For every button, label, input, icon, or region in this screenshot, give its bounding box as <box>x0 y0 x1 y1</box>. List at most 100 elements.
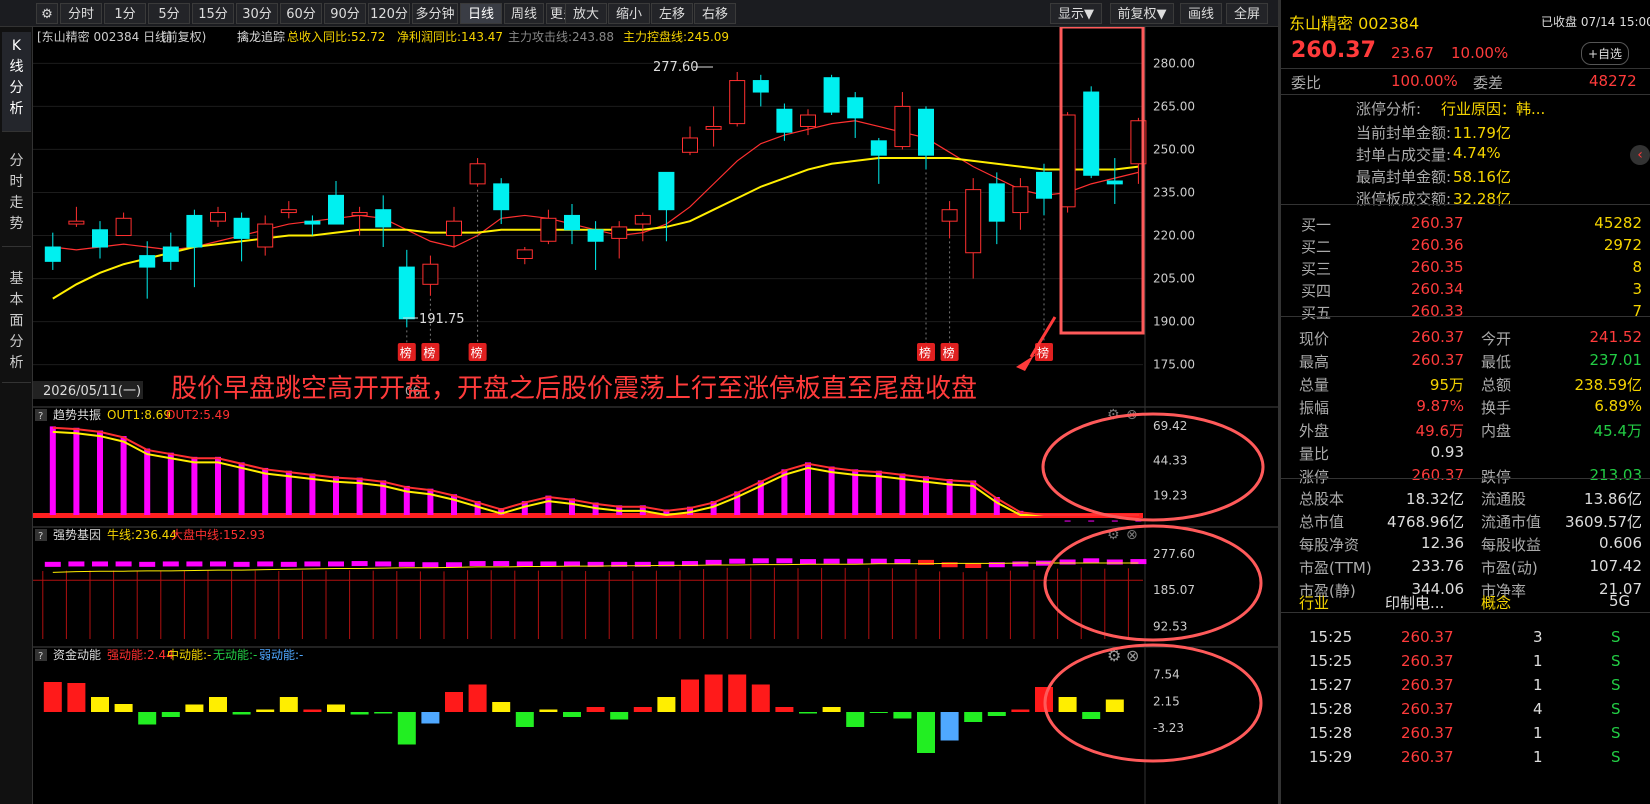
industry-value[interactable]: 印制电... <box>1385 592 1444 613</box>
sub2-block <box>540 561 557 567</box>
sub3-bar <box>279 697 298 712</box>
stock-chart-svg[interactable]: [东山精密 002384 日线] (前复权) 擒龙追踪 总收入同比:52.72 … <box>33 27 1278 804</box>
sub3-bar <box>728 674 747 712</box>
move-right-button[interactable]: 右移 <box>694 3 736 24</box>
main-chart-title: [东山精密 002384 日线] <box>37 29 172 44</box>
fullscreen-button[interactable]: 全屏 <box>1226 3 1268 24</box>
period-tab-6[interactable]: 90分 <box>324 3 366 24</box>
zoom-in-button[interactable]: 放大 <box>565 3 607 24</box>
sub2-block <box>210 561 226 567</box>
stat-label: 内盘 <box>1481 422 1512 440</box>
sub1-bar <box>238 462 245 515</box>
stat-label: 今开 <box>1481 330 1512 348</box>
period-tab-0[interactable]: 分时 <box>60 3 102 24</box>
sub1-out2: OUT2:5.49 <box>166 408 230 422</box>
seal-row-value: 11.79亿 <box>1453 124 1511 142</box>
add-watchlist-button[interactable]: +自选 <box>1581 42 1630 65</box>
sub1-y-tick: 19.23 <box>1153 488 1187 502</box>
chart-toolbar: ⚙ 分时1分5分15分30分60分90分120分多分钟日线周线更多▼ 放大 缩小… <box>0 0 1278 27</box>
sub2-block <box>469 561 486 567</box>
bid-level-volume: 45282 <box>1594 214 1642 232</box>
sub2-block <box>422 562 439 568</box>
sub3-bar <box>1058 697 1077 712</box>
stat-label: 最低 <box>1481 353 1512 371</box>
tab-fundamentals[interactable]: 基本面分析 <box>2 263 31 383</box>
main-y-tick: 190.00 <box>1153 315 1195 329</box>
draw-line-button[interactable]: 画线 <box>1180 3 1222 24</box>
bid-level-price: 260.36 <box>1411 236 1464 254</box>
tab-kline-analysis[interactable]: K线分析 <box>2 32 31 132</box>
period-tab-10[interactable]: 周线 <box>504 3 544 24</box>
sub3-close-icon[interactable]: ⊗ <box>1126 646 1139 665</box>
sub3-bar <box>775 707 794 712</box>
seal-row-label: 涨停板成交额: <box>1356 190 1452 208</box>
fund-value: 233.76 <box>1411 557 1465 575</box>
sub2-name: 强势基因 <box>53 528 101 542</box>
main-y-tick: 205.00 <box>1153 272 1195 286</box>
candlestick[interactable] <box>823 74 840 115</box>
sub3-bar <box>397 712 416 745</box>
stat-label: 振幅 <box>1299 399 1330 417</box>
stat-value: 45.4万 <box>1593 422 1642 440</box>
sub3-bar <box>610 712 629 720</box>
tick-time: 15:27 <box>1309 676 1353 694</box>
indicator-name: 擒龙追踪 <box>237 29 285 44</box>
period-tab-5[interactable]: 60分 <box>280 3 322 24</box>
sub3-y-tick: -3.23 <box>1153 721 1184 735</box>
period-tab-8[interactable]: 多分钟 <box>412 3 458 24</box>
bid-level-volume: 8 <box>1632 258 1642 276</box>
tick-side: S <box>1611 724 1621 742</box>
sub3-bar <box>586 707 605 712</box>
period-tab-4[interactable]: 30分 <box>236 3 278 24</box>
sub1-gear-icon[interactable]: ⚙ <box>1107 407 1120 423</box>
sub1-bar <box>828 466 835 515</box>
sub2-block <box>705 559 722 565</box>
chart-area[interactable]: [东山精密 002384 日线] (前复权) 擒龙追踪 总收入同比:52.72 … <box>33 27 1278 804</box>
sub3-strong: 强动能:2.44 <box>107 648 174 662</box>
candlestick[interactable] <box>729 71 746 127</box>
stat-label: 总额 <box>1481 376 1512 394</box>
period-tab-7[interactable]: 120分 <box>368 3 410 24</box>
seal-row-value: 32.28亿 <box>1453 190 1511 208</box>
sub3-bar <box>209 697 227 712</box>
sub3-bar <box>799 712 817 714</box>
sub3-none: 无动能:- <box>213 648 257 662</box>
sub2-block <box>1106 559 1123 565</box>
period-tab-9[interactable]: 日线 <box>460 3 502 24</box>
sub3-bar <box>751 684 770 712</box>
price-change: 23.67 <box>1391 44 1434 62</box>
sub3-bar <box>350 712 369 715</box>
bid-level-volume: 7 <box>1632 302 1642 320</box>
fund-value: 0.606 <box>1599 534 1642 552</box>
move-left-button[interactable]: 左移 <box>651 3 693 24</box>
zoom-out-button[interactable]: 缩小 <box>608 3 650 24</box>
fuquan-menu-button[interactable]: 前复权▼ <box>1110 3 1174 24</box>
sub2-close-icon[interactable]: ⊗ <box>1126 527 1138 543</box>
period-tab-1[interactable]: 1分 <box>104 3 146 24</box>
collapse-panel-icon[interactable]: ‹ <box>1630 145 1650 165</box>
stat-label: 最高 <box>1299 353 1330 371</box>
sub3-bar <box>657 697 676 712</box>
tab-intraday-trend[interactable]: 分时走势 <box>2 147 31 247</box>
toolbar-settings-button[interactable]: ⚙ <box>36 3 58 24</box>
tick-side: S <box>1611 628 1621 646</box>
date-label: 2026/05/11(一) <box>43 384 141 399</box>
main-y-tick: 250.00 <box>1153 142 1195 156</box>
sub2-block <box>115 561 132 567</box>
concept-value[interactable]: 5G <box>1609 592 1630 610</box>
sub1-y-tick: 44.33 <box>1153 454 1187 468</box>
sub3-bar <box>43 682 62 712</box>
display-menu-button[interactable]: 显示▼ <box>1050 3 1102 24</box>
fund-label: 市盈(动) <box>1481 559 1538 577</box>
sub1-bar <box>545 495 552 515</box>
sub3-bar <box>327 704 345 712</box>
sub3-bar <box>138 712 157 725</box>
candlestick[interactable] <box>1083 86 1100 179</box>
fund-value: 4768.96亿 <box>1386 513 1464 531</box>
sub2-block <box>92 561 108 567</box>
period-tab-3[interactable]: 15分 <box>192 3 234 24</box>
period-tab-2[interactable]: 5分 <box>148 3 190 24</box>
sub1-name: 趋势共振 <box>53 408 101 422</box>
bid-level-label: 买三 <box>1301 260 1332 278</box>
stat-value: 260.37 <box>1411 328 1465 346</box>
